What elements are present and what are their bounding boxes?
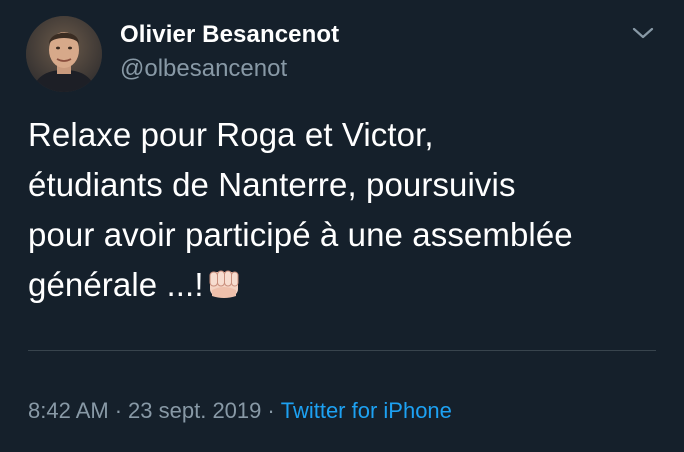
tweet-card: Olivier Besancenot @olbesancenot Relaxe … bbox=[0, 0, 684, 452]
display-name[interactable]: Olivier Besancenot bbox=[120, 20, 339, 50]
tweet-text-line: Relaxe pour Roga et Victor, bbox=[28, 116, 434, 153]
avatar-image bbox=[26, 16, 102, 92]
tweet-date[interactable]: 23 sept. 2019 bbox=[128, 398, 261, 423]
fist-emoji-icon bbox=[206, 266, 242, 316]
avatar[interactable] bbox=[26, 16, 102, 92]
tweet-meta: 8:42 AM · 23 sept. 2019 · Twitter for iPhone bbox=[28, 396, 452, 426]
meta-separator: · bbox=[267, 398, 275, 423]
chevron-down-icon[interactable] bbox=[632, 26, 654, 40]
author-block[interactable]: Olivier Besancenot @olbesancenot bbox=[120, 20, 339, 84]
tweet-source-link[interactable]: Twitter for iPhone bbox=[281, 398, 452, 423]
tweet-text-line: pour avoir participé à une assemblée bbox=[28, 216, 573, 253]
divider bbox=[28, 350, 656, 351]
tweet-text-line: générale ...! bbox=[28, 266, 204, 303]
tweet-text-line-last: générale ...! bbox=[28, 260, 668, 316]
tweet-time[interactable]: 8:42 AM bbox=[28, 398, 109, 423]
meta-separator: · bbox=[114, 398, 123, 423]
tweet-text: Relaxe pour Roga et Victor, étudiants de… bbox=[28, 110, 668, 316]
tweet-text-line: étudiants de Nanterre, poursuivis bbox=[28, 166, 516, 203]
user-handle[interactable]: @olbesancenot bbox=[120, 54, 339, 84]
